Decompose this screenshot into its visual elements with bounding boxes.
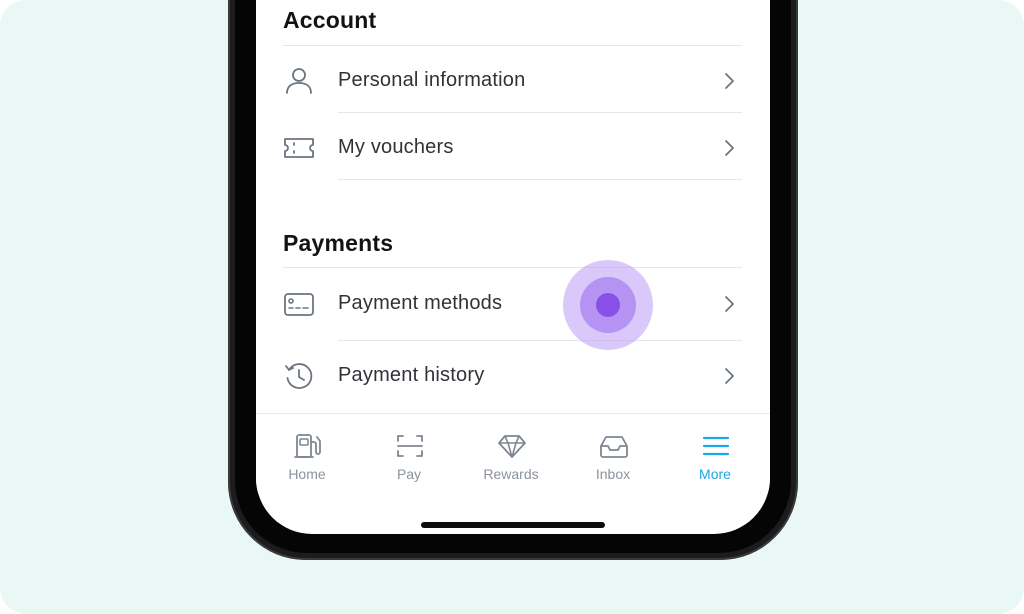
- tab-label: More: [699, 466, 731, 482]
- card-icon: [284, 293, 314, 316]
- payments-section-title: Payments: [283, 230, 394, 256]
- background-canvas: Account Personal information My vouchers: [0, 0, 1024, 614]
- divider: [338, 112, 742, 113]
- divider: [283, 45, 742, 46]
- tab-label: Home: [288, 466, 326, 482]
- divider: [338, 340, 742, 341]
- tap-indicator: [563, 260, 653, 350]
- tab-label: Inbox: [595, 466, 631, 482]
- diamond-icon: [498, 435, 526, 458]
- tab-more[interactable]: More: [664, 414, 766, 494]
- menu-item-label: Personal information: [338, 69, 526, 91]
- chevron-right-icon: [725, 368, 734, 384]
- chevron-right-icon: [725, 296, 734, 312]
- tab-rewards[interactable]: Rewards: [460, 414, 562, 494]
- person-icon: [286, 68, 312, 94]
- inbox-icon: [600, 436, 628, 458]
- fuel-pump-icon: [294, 434, 321, 458]
- divider: [283, 267, 742, 268]
- menu-item-label: Payment history: [338, 364, 485, 386]
- chevron-right-icon: [725, 140, 734, 156]
- account-section-title: Account: [283, 7, 377, 33]
- bottom-tab-bar: Home Pay Rewards Inbox More: [256, 413, 770, 493]
- menu-item-my-vouchers[interactable]: My vouchers: [256, 115, 770, 181]
- phone-screen: Account Personal information My vouchers: [256, 0, 770, 534]
- menu-item-payment-methods[interactable]: Payment methods: [256, 271, 770, 337]
- tab-label: Pay: [396, 466, 422, 482]
- chevron-right-icon: [725, 73, 734, 89]
- menu-item-label: Payment methods: [338, 292, 503, 314]
- divider: [338, 179, 742, 180]
- tab-home[interactable]: Home: [256, 414, 358, 494]
- ticket-icon: [284, 138, 314, 158]
- menu-item-label: My vouchers: [338, 136, 454, 158]
- history-icon: [285, 363, 313, 389]
- menu-item-payment-history[interactable]: Payment history: [256, 343, 770, 409]
- tab-pay[interactable]: Pay: [358, 414, 460, 494]
- menu-item-personal-information[interactable]: Personal information: [256, 48, 770, 114]
- tab-inbox[interactable]: Inbox: [562, 414, 664, 494]
- home-indicator: [421, 522, 605, 528]
- tap-indicator-dot: [596, 293, 620, 317]
- menu-icon: [702, 436, 730, 456]
- tab-label: Rewards: [483, 466, 539, 482]
- scan-icon: [397, 435, 423, 457]
